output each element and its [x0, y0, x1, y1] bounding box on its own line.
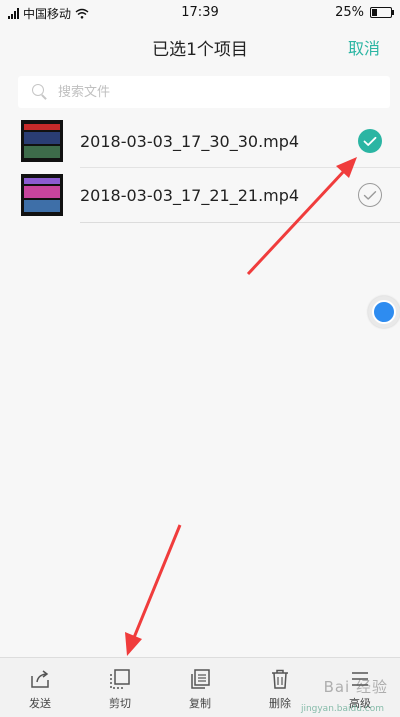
send-button[interactable]: 发送: [0, 658, 80, 717]
cut-label: 剪切: [109, 697, 131, 710]
share-icon: [31, 670, 49, 688]
status-right: 25%: [335, 5, 394, 20]
screen: 中国移动 17:39 25% 已选1个项目 取消 2018-03-: [0, 0, 400, 717]
header: 已选1个项目 取消: [0, 24, 400, 68]
file-list: 2018-03-03_17_30_30.mp4 2018-03-03_17_21…: [0, 114, 400, 222]
search-icon: [30, 82, 50, 102]
copy-label: 复制: [189, 697, 211, 710]
unchecked-icon[interactable]: [358, 183, 382, 207]
search-box[interactable]: [18, 76, 390, 108]
copy-button[interactable]: 复制: [160, 658, 240, 717]
video-thumbnail: [21, 120, 63, 162]
trash-icon: [272, 669, 288, 689]
copy-icon: [191, 669, 210, 689]
battery-percent: 25%: [335, 5, 364, 20]
battery-icon: [370, 7, 394, 18]
file-item-2[interactable]: 2018-03-03_17_21_21.mp4: [0, 168, 400, 222]
watermark: Bai 经验: [323, 678, 388, 696]
cut-button[interactable]: 剪切: [80, 658, 160, 717]
assist-dot-icon: [372, 300, 396, 324]
send-label: 发送: [29, 697, 51, 710]
floating-assist-button[interactable]: [368, 296, 400, 328]
page-title: 已选1个项目: [152, 40, 248, 60]
video-thumbnail: [21, 174, 63, 216]
cancel-button[interactable]: 取消: [348, 35, 380, 59]
watermark-url: jingyan.baidu.com: [300, 704, 384, 714]
search-input[interactable]: [56, 83, 360, 101]
list-end-divider: [80, 222, 400, 223]
checked-icon[interactable]: [358, 129, 382, 153]
file-name: 2018-03-03_17_30_30.mp4: [80, 131, 300, 151]
file-name: 2018-03-03_17_21_21.mp4: [80, 185, 300, 205]
delete-label: 删除: [269, 697, 291, 710]
status-bar: 中国移动 17:39 25%: [0, 0, 400, 24]
cut-icon: [110, 669, 130, 689]
arrow-to-cut: [125, 524, 182, 656]
file-item-1[interactable]: 2018-03-03_17_30_30.mp4: [0, 114, 400, 168]
